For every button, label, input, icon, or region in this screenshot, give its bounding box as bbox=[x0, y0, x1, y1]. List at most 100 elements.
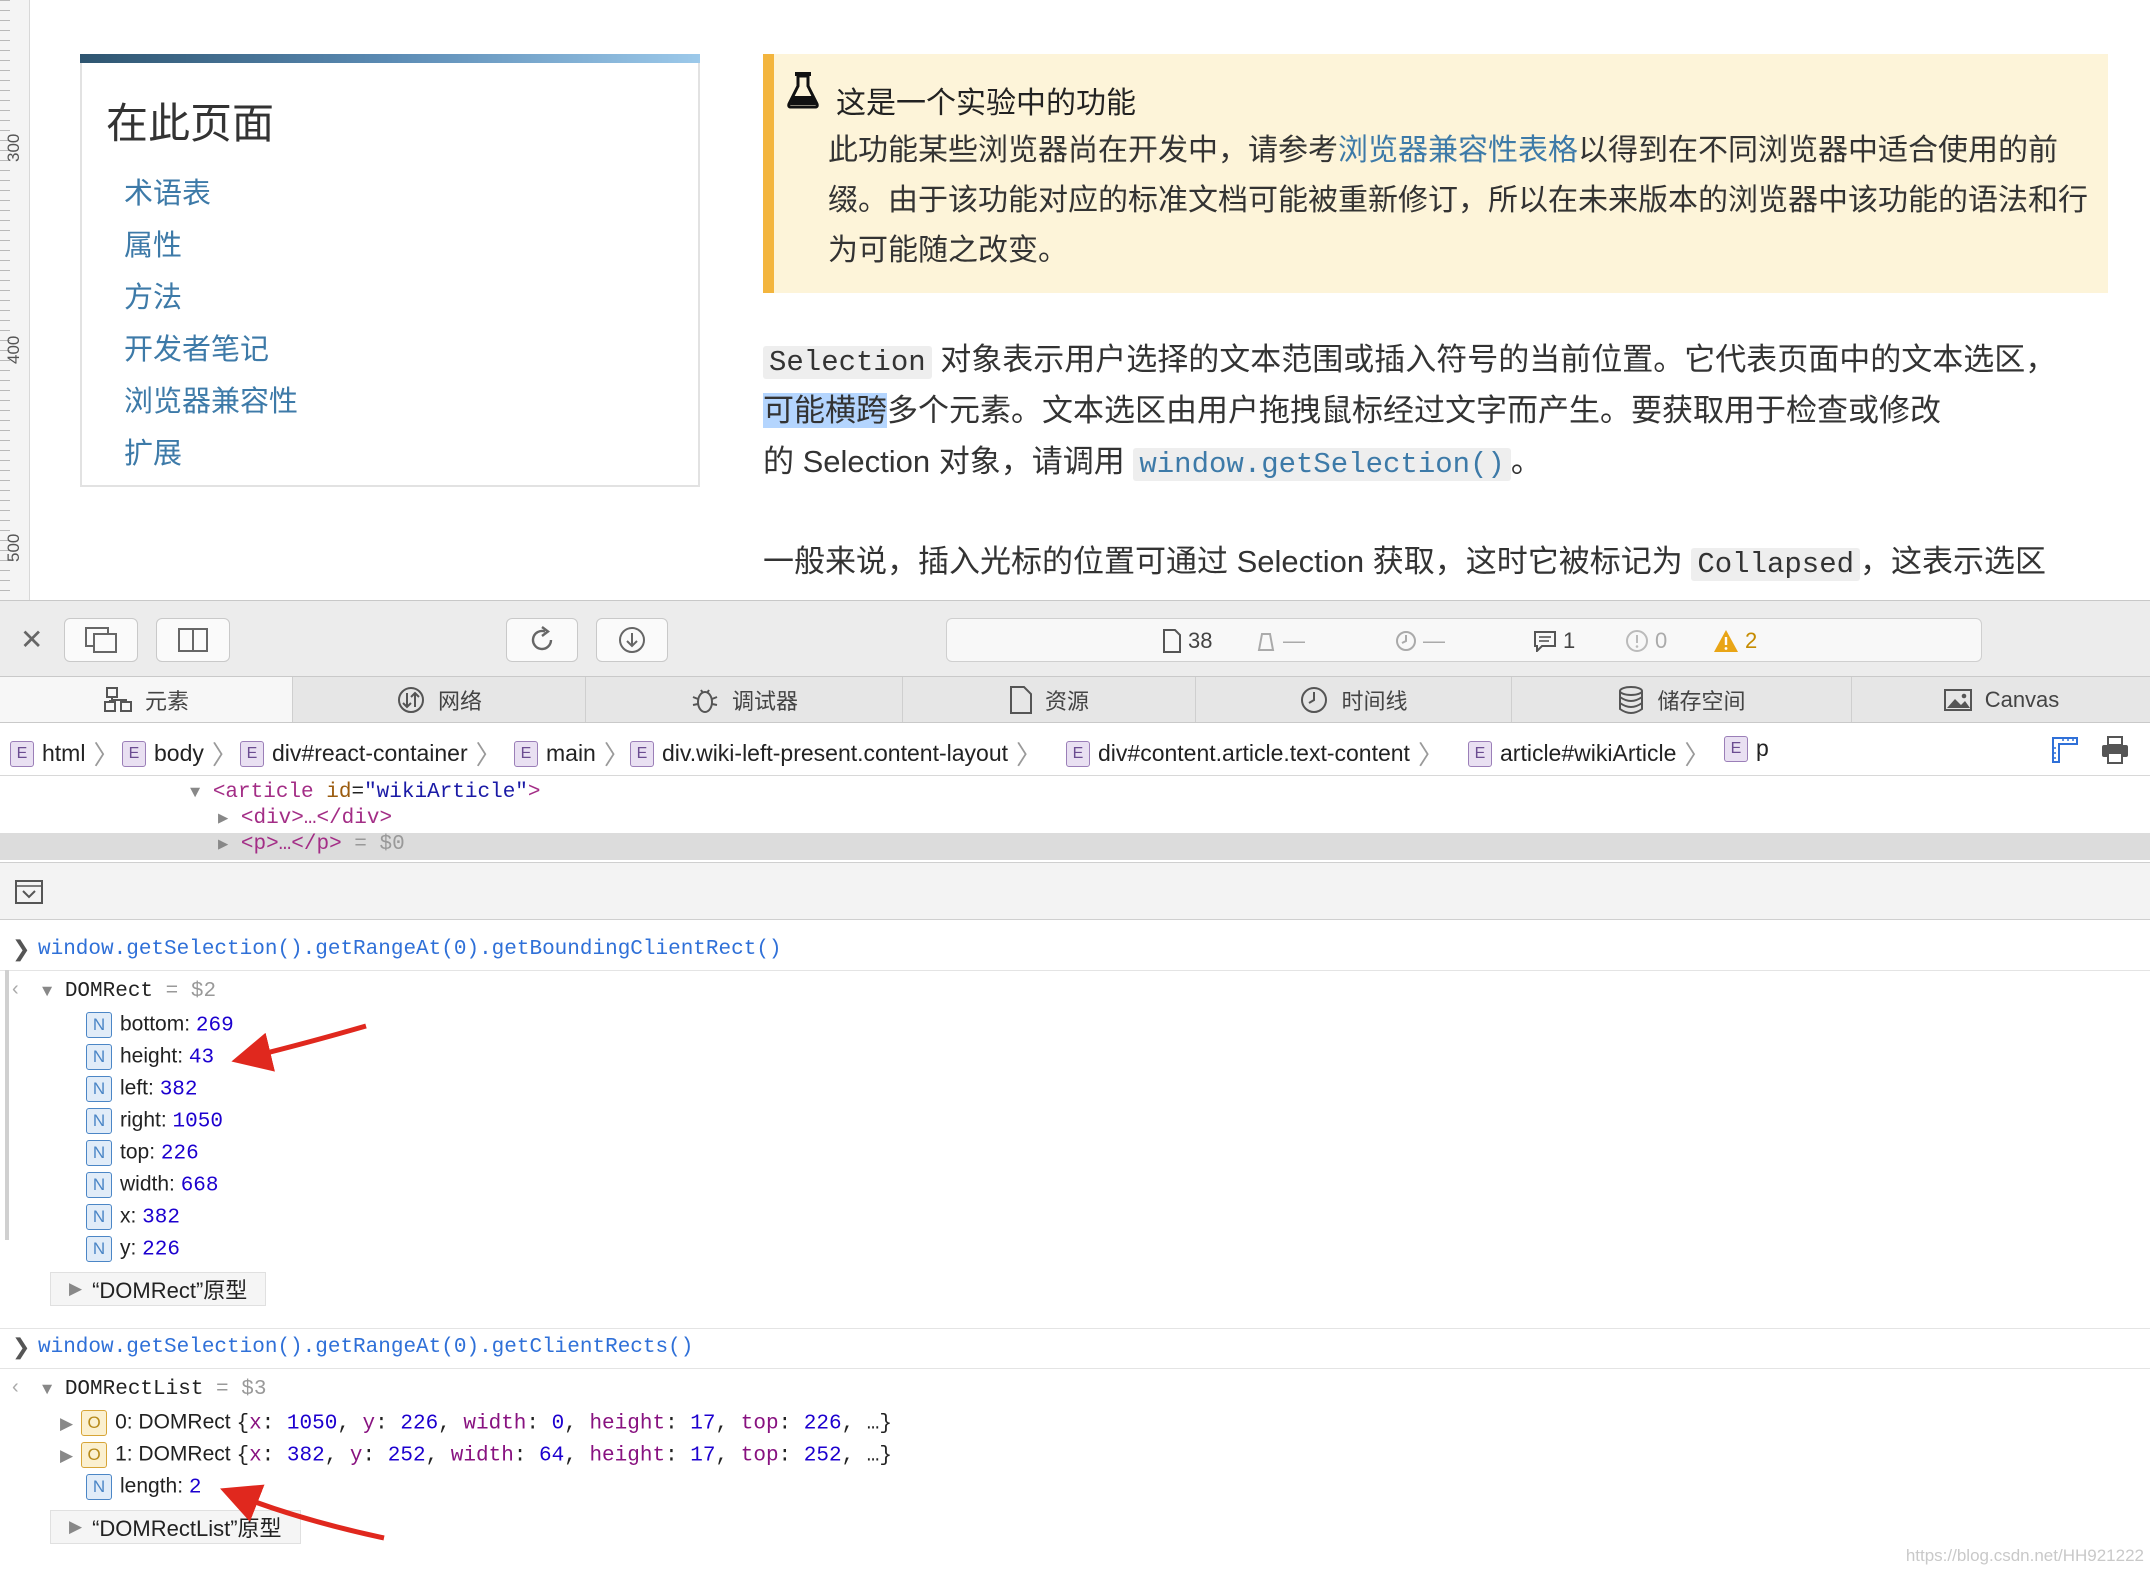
dom-node-article[interactable]: ▼ <article id="wikiArticle"> bbox=[190, 781, 541, 804]
domrect-prop-top: Ntop: 226 bbox=[86, 1140, 199, 1166]
tab-timeline[interactable]: 时间线 bbox=[1196, 677, 1512, 722]
console-output: ❯ window.getSelection().getRangeAt(0).ge… bbox=[0, 920, 2150, 1574]
canvas-icon bbox=[1943, 688, 1972, 711]
toc-link-glossary[interactable]: 术语表 bbox=[124, 170, 211, 212]
dock-icon bbox=[178, 628, 208, 652]
disclosure-triangle-open-icon[interactable]: ▼ bbox=[190, 784, 200, 803]
console-errors-count[interactable]: 0 bbox=[1625, 628, 1667, 654]
disclosure-triangle-icon[interactable]: ▶ bbox=[60, 1414, 73, 1433]
weight-icon bbox=[1257, 633, 1275, 651]
layout-ruler-icon[interactable] bbox=[2050, 735, 2080, 765]
toc-link-properties[interactable]: 属性 bbox=[124, 222, 182, 264]
reload-button[interactable] bbox=[506, 618, 578, 662]
domrect-prototype[interactable]: ▶ “DOMRect”原型 bbox=[50, 1272, 267, 1306]
disclosure-triangle-open-icon[interactable]: ▼ bbox=[42, 1381, 52, 1400]
toc-link-dev-notes[interactable]: 开发者笔记 bbox=[124, 326, 269, 368]
article-paragraph-1-line-1: Selection 对象表示用户选择的文本范围或插入符号的当前位置。它代表页面中… bbox=[763, 334, 2056, 388]
breadcrumb-react-container[interactable]: Ediv#react-container 〉 bbox=[240, 735, 502, 772]
collapse-console-icon[interactable] bbox=[15, 880, 43, 904]
toc-link-extensions[interactable]: 扩展 bbox=[124, 430, 182, 472]
input-prompt-icon: ❯ bbox=[12, 936, 31, 961]
domrectlist-result[interactable]: ▼ DOMRectList = $3 bbox=[42, 1378, 266, 1401]
element-badge-icon: E bbox=[1468, 740, 1492, 767]
selected-text: 可能横跨 bbox=[763, 393, 887, 428]
disclosure-triangle-icon[interactable]: ▶ bbox=[69, 1517, 82, 1537]
console-separator bbox=[0, 1328, 2150, 1329]
object-badge-icon: O bbox=[81, 1410, 108, 1436]
toc-link-methods[interactable]: 方法 bbox=[124, 274, 182, 316]
domrect-prop-y: Ny: 226 bbox=[86, 1236, 180, 1262]
load-time[interactable]: — bbox=[1395, 628, 1445, 654]
download-button[interactable] bbox=[596, 618, 668, 662]
ruler-label: 300 bbox=[4, 133, 23, 162]
disclosure-triangle-icon[interactable]: ▶ bbox=[218, 836, 228, 855]
compat-table-link[interactable]: 浏览器兼容性表格 bbox=[1338, 134, 1578, 167]
console-warnings-count[interactable]: 2 bbox=[1713, 628, 1757, 654]
breadcrumb-html[interactable]: Ehtml 〉 bbox=[10, 735, 119, 772]
domrectlist-item-1[interactable]: ▶ O 1: DOMRect {x: 382, y: 252, width: 64,… bbox=[60, 1442, 892, 1468]
status-dashboard[interactable]: 38 — — 1 0 2 bbox=[946, 618, 1982, 662]
domrect-result[interactable]: ▼ DOMRect = $2 bbox=[42, 980, 216, 1003]
ruler-label: 500 bbox=[4, 533, 23, 562]
tab-network[interactable]: 网络 bbox=[293, 677, 586, 722]
resource-size[interactable]: — bbox=[1255, 628, 1305, 654]
breadcrumb-content[interactable]: Ediv#content.article.text-content 〉 bbox=[1066, 735, 1444, 772]
page-content: 300 400 500 在此页面 术语表 属性 方法 开发者笔记 浏览器兼容性 … bbox=[0, 0, 2150, 600]
watermark: https://blog.csdn.net/HH921222 bbox=[1905, 1546, 2144, 1565]
tab-elements[interactable]: 元素 bbox=[0, 677, 293, 722]
resource-count[interactable]: 38 bbox=[1162, 628, 1212, 654]
disclosure-triangle-open-icon[interactable]: ▼ bbox=[42, 983, 52, 1002]
number-badge-icon: N bbox=[86, 1044, 112, 1070]
number-badge-icon: N bbox=[86, 1108, 112, 1134]
detach-icon bbox=[85, 627, 117, 653]
resource-icon bbox=[1009, 685, 1032, 714]
console-command-1[interactable]: window.getSelection().getRangeAt(0).getB… bbox=[38, 938, 782, 961]
element-badge-icon: E bbox=[1724, 735, 1748, 762]
console-messages-count[interactable]: 1 bbox=[1533, 628, 1575, 654]
console-separator bbox=[0, 1368, 2150, 1369]
tab-canvas[interactable]: Canvas bbox=[1852, 677, 2150, 722]
breadcrumb-content-layout[interactable]: Ediv.wiki-left-present.content-layout 〉 bbox=[630, 735, 1042, 772]
close-inspector-button[interactable]: ✕ bbox=[20, 623, 43, 656]
breadcrumb-article[interactable]: Earticle#wikiArticle 〉 bbox=[1468, 735, 1710, 772]
console-command-2[interactable]: window.getSelection().getRangeAt(0).getC… bbox=[38, 1336, 693, 1359]
clock-icon bbox=[1396, 631, 1416, 651]
tab-resources[interactable]: 资源 bbox=[903, 677, 1196, 722]
breadcrumb-body[interactable]: Ebody 〉 bbox=[122, 735, 238, 772]
disclosure-triangle-icon[interactable]: ▶ bbox=[69, 1279, 82, 1299]
experimental-notice: 这是一个实验中的功能 此功能某些浏览器尚在开发中，请参考浏览器兼容性表格以得到在… bbox=[763, 54, 2108, 293]
number-badge-icon: N bbox=[86, 1012, 112, 1038]
toc-accent-bar bbox=[80, 54, 700, 63]
console-separator bbox=[0, 970, 2150, 971]
inline-code: Collapsed bbox=[1691, 548, 1861, 581]
getselection-link[interactable]: window.getSelection() bbox=[1133, 448, 1511, 481]
article-paragraph-2: 一般来说，插入光标的位置可通过 Selection 获取，这时它被标记为 Col… bbox=[763, 544, 2047, 581]
dom-tree: ▼ <article id="wikiArticle"> ▶ <div>…</d… bbox=[0, 776, 2150, 862]
dock-side-button[interactable] bbox=[156, 618, 230, 662]
dom-node-div[interactable]: ▶ <div>…</div> bbox=[218, 807, 392, 830]
domrect-prop-bottom: Nbottom: 269 bbox=[86, 1012, 234, 1038]
console-drawer-bar bbox=[0, 862, 2150, 920]
message-icon bbox=[1534, 631, 1556, 652]
domrectlist-prototype[interactable]: ▶ “DOMRectList”原型 bbox=[50, 1510, 301, 1544]
domrect-prop-x: Nx: 382 bbox=[86, 1204, 180, 1230]
domrectlist-item-0[interactable]: ▶ O 0: DOMRect {x: 1050, y: 226, width: 0,… bbox=[60, 1410, 892, 1436]
inspector-toolbar: ✕ 38 — — 1 0 2 bbox=[0, 600, 2150, 676]
disclosure-triangle-icon[interactable]: ▶ bbox=[60, 1446, 73, 1465]
print-icon[interactable] bbox=[2100, 735, 2130, 765]
dom-node-p-selected[interactable]: ▶ <p>…</p> = $0 bbox=[218, 833, 405, 856]
tab-debugger[interactable]: 调试器 bbox=[586, 677, 903, 722]
disclosure-triangle-icon[interactable]: ▶ bbox=[218, 810, 228, 829]
tab-storage[interactable]: 储存空间 bbox=[1512, 677, 1852, 722]
element-badge-icon: E bbox=[514, 740, 538, 767]
element-badge-icon: E bbox=[122, 740, 146, 767]
experimental-title: 这是一个实验中的功能 bbox=[836, 87, 1136, 120]
breadcrumb-main[interactable]: Emain 〉 bbox=[514, 735, 630, 772]
detach-window-button[interactable] bbox=[64, 618, 138, 662]
toc-link-compat[interactable]: 浏览器兼容性 bbox=[124, 378, 298, 420]
input-prompt-icon: ❯ bbox=[12, 1334, 31, 1359]
number-badge-icon: N bbox=[86, 1204, 112, 1230]
domrect-prop-right: Nright: 1050 bbox=[86, 1108, 223, 1134]
element-badge-icon: E bbox=[1066, 740, 1090, 767]
breadcrumb-p[interactable]: Ep bbox=[1724, 735, 1769, 762]
